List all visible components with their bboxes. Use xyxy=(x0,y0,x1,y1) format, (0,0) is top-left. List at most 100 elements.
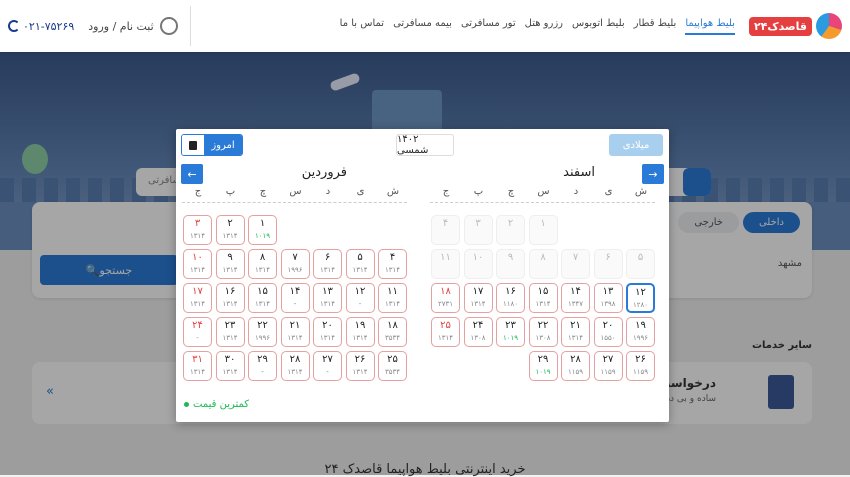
nav-insurance[interactable]: بیمه مسافرتی xyxy=(393,18,452,35)
calendar-day[interactable]: ۳۱ ۱۳۱۴ xyxy=(183,351,212,381)
day-number: ۳ xyxy=(475,218,481,229)
day-price: ۱۳۱۴ xyxy=(319,300,336,308)
calendar-day[interactable]: ۲۵ ۳۵۳۴ xyxy=(378,351,407,381)
today-button[interactable]: امروز xyxy=(181,134,243,156)
calendar-day[interactable]: ۲۱ ۱۳۱۴ xyxy=(280,317,310,347)
calendar-day[interactable]: ۲۴ - xyxy=(183,317,212,347)
calendar-day[interactable]: ۲۶ ۱۳۱۴ xyxy=(345,351,375,381)
calendar-day[interactable]: ۲۷ - xyxy=(313,351,342,381)
site-logo[interactable]: قاصدک۲۴ xyxy=(748,13,842,39)
calendar-day[interactable]: ۱۷ ۱۳۱۴ xyxy=(463,283,493,313)
calendar-day[interactable]: ۳۰ ۱۳۱۴ xyxy=(215,351,245,381)
calendar-day[interactable]: ۱۳ ۱۳۱۴ xyxy=(313,283,342,313)
weekday-label: د xyxy=(573,186,579,197)
calendar-day[interactable]: ۹ ۱۳۱۴ xyxy=(215,249,245,279)
calendar-day[interactable]: ۲۹ ۱۰۱۹ xyxy=(528,351,558,381)
week-divider xyxy=(182,202,407,203)
day-number: ۱۵ xyxy=(257,286,268,297)
day-number: ۲۸ xyxy=(570,354,581,365)
day-number: ۲۱ xyxy=(570,320,581,331)
day-number: ۸ xyxy=(259,252,266,263)
calendar-day[interactable]: ۱۹ ۱۹۹۶ xyxy=(626,317,655,347)
day-price: ۱۳۱۴ xyxy=(567,334,584,342)
calendar-day[interactable]: ۱۲ ۱۲۸۰ xyxy=(626,283,655,313)
calendar-day[interactable]: ۲ ۱۳۱۴ xyxy=(215,215,245,245)
calendar-day[interactable]: ۱ ۱۰۱۹ xyxy=(248,215,277,245)
calendar-day: ۹ xyxy=(496,249,525,279)
calendar-day[interactable]: ۲۲ ۱۹۹۶ xyxy=(248,317,277,347)
day-number: ۱۳ xyxy=(322,286,333,297)
calendar-day[interactable]: ۱۱ ۱۳۱۴ xyxy=(378,283,407,313)
day-number: ۱۸ xyxy=(440,286,451,297)
day-price: ۳۵۳۴ xyxy=(384,368,401,376)
nav-train[interactable]: بلیط قطار xyxy=(634,18,677,35)
calendar-day[interactable]: ۲۴ ۱۳۰۸ xyxy=(463,317,493,347)
login-link[interactable]: ثبت نام / ورود xyxy=(88,6,191,46)
calendar-day[interactable]: ۲۷ ۱۱۵۹ xyxy=(593,351,623,381)
date-picker-header: امروز ۱۴۰۲ شمسی میلادی xyxy=(176,129,669,163)
calendar-day[interactable]: ۲۶ ۱۱۵۹ xyxy=(626,351,655,381)
day-price: ۱۰۱۹ xyxy=(502,334,519,342)
day-number: ۵ xyxy=(637,252,644,263)
calendar-day[interactable]: ۵ ۱۳۱۴ xyxy=(345,249,375,279)
month-name: فروردین xyxy=(301,165,347,180)
calendar-day[interactable]: ۲۰ ۱۵۵۰ xyxy=(593,317,623,347)
nav-contact[interactable]: تماس با ما xyxy=(340,18,384,35)
calendar-day[interactable]: ۲۵ ۱۳۱۴ xyxy=(431,317,460,347)
calendar-day[interactable]: ۲۰ ۱۳۱۴ xyxy=(313,317,342,347)
day-price: ۱۰۱۹ xyxy=(254,232,271,240)
calendar-day[interactable]: ۸ ۱۳۱۴ xyxy=(248,249,277,279)
day-price: ۲۷۳۱ xyxy=(437,300,454,308)
nav-bus[interactable]: بلیط اتوبوس xyxy=(572,18,625,35)
day-price: ۱۳۱۴ xyxy=(189,300,206,308)
calendar-day: ۲ xyxy=(496,215,525,245)
calendar-day[interactable]: ۱۵ ۱۳۱۴ xyxy=(528,283,558,313)
calendar-day[interactable]: ۱۸ ۳۵۳۴ xyxy=(378,317,407,347)
calendar-day[interactable]: ۱۹ ۱۳۱۴ xyxy=(345,317,375,347)
date-picker: امروز ۱۴۰۲ شمسی میلادی ← → کمترین قیمت ا… xyxy=(176,129,669,422)
nav-tour[interactable]: تور مسافرتی xyxy=(461,18,516,35)
cheapest-legend-label: کمترین قیمت xyxy=(193,399,250,410)
next-month-arrow-icon[interactable]: → xyxy=(642,164,664,184)
day-number: ۱۹ xyxy=(635,320,646,331)
calendar-day[interactable]: ۲۲ ۱۳۰۸ xyxy=(528,317,558,347)
prev-month-arrow-icon[interactable]: ← xyxy=(181,164,203,184)
calendar-day[interactable]: ۲۳ ۱۳۱۴ xyxy=(215,317,245,347)
day-number: ۲۹ xyxy=(537,354,549,365)
calendar-day[interactable]: ۲۱ ۱۳۱۴ xyxy=(561,317,590,347)
calendar-day[interactable]: ۲۸ ۱۱۵۹ xyxy=(561,351,590,381)
calendar-day[interactable]: ۱۵ ۱۳۱۴ xyxy=(248,283,277,313)
calendar-day[interactable]: ۱۴ - xyxy=(280,283,310,313)
calendar-day[interactable]: ۱۲ - xyxy=(345,283,375,313)
calendar-day[interactable]: ۱۷ ۱۳۱۴ xyxy=(183,283,212,313)
calendar-day[interactable]: ۱۳ ۱۳۹۸ xyxy=(593,283,623,313)
nav-hotel[interactable]: رزرو هتل xyxy=(525,18,563,35)
calendar-day[interactable]: ۷ ۱۹۹۶ xyxy=(280,249,310,279)
calendar-day[interactable]: ۲۹ - xyxy=(248,351,277,381)
calendar-day[interactable]: ۲۳ ۱۰۱۹ xyxy=(496,317,525,347)
nav-flight[interactable]: بلیط هواپیما xyxy=(685,18,735,35)
calendar-day[interactable]: ۱۶ ۱۱۸۰ xyxy=(496,283,525,313)
calendar-day[interactable]: ۱۸ ۲۷۳۱ xyxy=(431,283,460,313)
calendar-day: ۴ xyxy=(431,215,460,245)
day-number: ۲۹ xyxy=(257,354,268,365)
support-phone[interactable]: ۰۲۱-۷۵۲۶۹ xyxy=(8,20,74,33)
calendar-day[interactable]: ۱۰ ۱۳۱۴ xyxy=(183,249,212,279)
calendar-day[interactable]: ۱۶ ۱۳۱۴ xyxy=(215,283,245,313)
calendar-day: ۸ xyxy=(528,249,558,279)
calendar-day[interactable]: ۴ ۱۳۱۴ xyxy=(378,249,407,279)
logo-text: قاصدک۲۴ xyxy=(748,16,812,36)
day-price: ۱۳۱۴ xyxy=(319,334,336,342)
day-number: ۱۲ xyxy=(635,287,646,298)
calendar-day[interactable]: ۶ ۱۳۱۴ xyxy=(313,249,342,279)
calendar-day[interactable]: ۱۴ ۱۳۴۷ xyxy=(561,283,590,313)
day-number: ۲۳ xyxy=(505,320,516,331)
jalali-year-toggle[interactable]: ۱۴۰۲ شمسی xyxy=(396,134,454,156)
gregorian-toggle[interactable]: میلادی xyxy=(609,134,663,156)
calendar-day[interactable]: ۳ ۱۳۱۴ xyxy=(183,215,212,245)
calendar-day[interactable]: ۲۸ ۱۳۱۴ xyxy=(280,351,310,381)
calendar-day: ۱۱ xyxy=(431,249,460,279)
day-price: ۱۳۱۴ xyxy=(222,266,238,274)
weekday-label: ش xyxy=(386,186,400,197)
day-number: ۷ xyxy=(572,252,579,263)
